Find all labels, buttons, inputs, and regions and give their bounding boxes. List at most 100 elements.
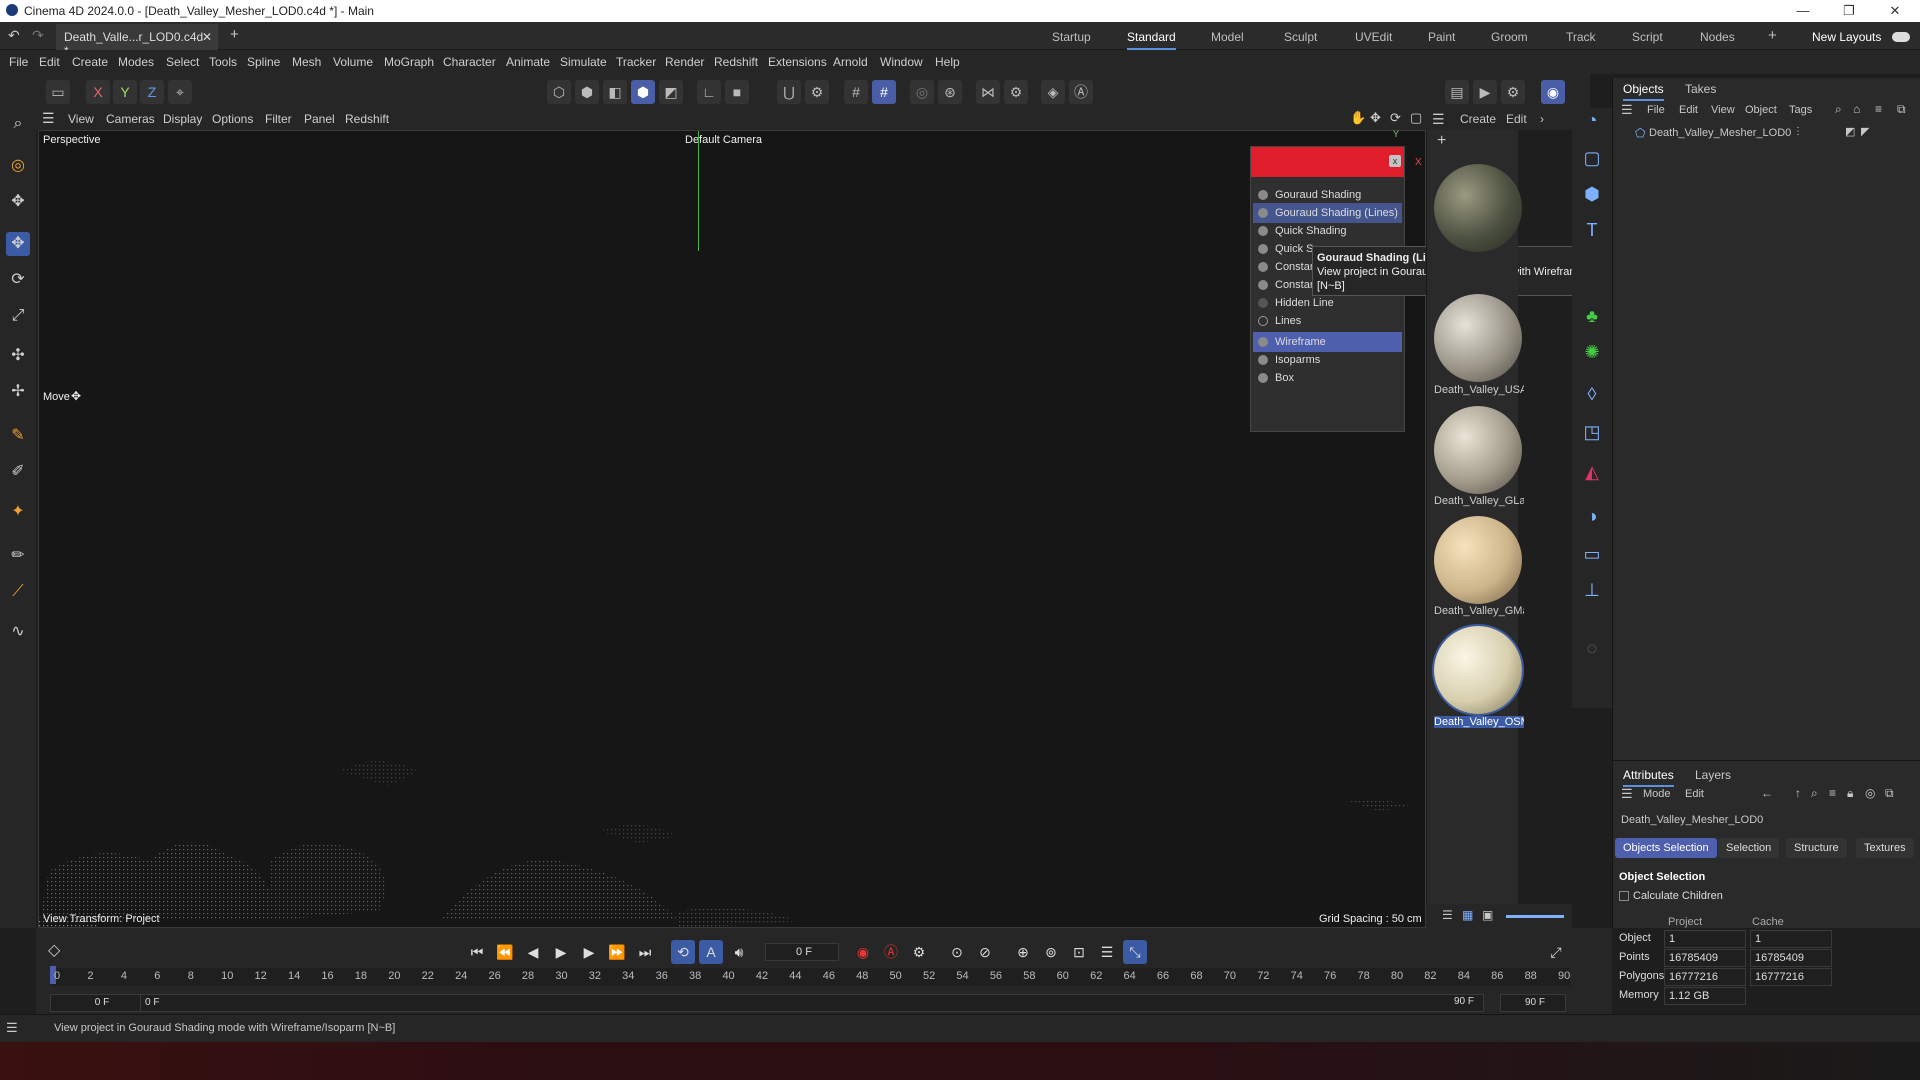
dolly-view-icon[interactable]: ✥ [1370,110,1381,126]
large-view-icon[interactable]: ▣ [1482,908,1493,922]
previous-frame-icon[interactable]: ◀ [521,940,545,964]
object-mode-icon[interactable]: ⬢ [631,80,655,104]
viewport-menu-filter[interactable]: Filter [265,112,292,126]
text-spline-icon[interactable]: T [1580,218,1604,242]
tab-layers[interactable]: Layers [1695,768,1731,782]
undo-icon[interactable]: ↶ [8,27,20,44]
viewport-solo-icon[interactable]: ◈ [1041,80,1065,104]
lock-z-axis-button[interactable]: Z [140,80,164,104]
next-key-icon[interactable]: ⏩ [605,940,629,964]
spline-sketch-icon[interactable]: ✐ [6,460,30,484]
layout-groom[interactable]: Groom [1491,30,1528,44]
active-camera-label[interactable]: Default Camera [685,134,762,146]
auto-key-icon[interactable]: Ⓐ [1069,80,1093,104]
layout-track[interactable]: Track [1566,30,1596,44]
attributes-menu-edit[interactable]: Edit [1685,788,1704,800]
key-rotation-icon[interactable]: ⊘ [973,940,997,964]
menu-create[interactable]: Create [72,55,108,69]
menu-item-hidden-line[interactable]: Hidden Line [1253,293,1402,313]
key-pla-icon[interactable]: ⊡ [1067,940,1091,964]
cube-spline-icon[interactable]: ▢ [1580,146,1604,170]
object-list-item[interactable]: Death_Valley_Mesher_LOD0 [1649,127,1791,139]
layout-model[interactable]: Model [1211,30,1244,44]
list-view-icon[interactable]: ☰ [1442,908,1453,922]
spline-pen-icon[interactable]: ✎ [6,424,30,448]
add-layout-button[interactable]: + [1768,27,1777,44]
viewport-menu-display[interactable]: Display [163,112,202,126]
add-material-icon[interactable]: + [1437,132,1446,150]
viewport-menu-cameras[interactable]: Cameras [106,112,155,126]
search-icon[interactable]: ⌕ [1835,102,1842,117]
tweak-mode-icon[interactable]: ■ [725,80,749,104]
spline-boolean-icon[interactable]: ✦ [6,500,30,524]
layout-sculpt[interactable]: Sculpt [1284,30,1317,44]
visibility-dots-icon[interactable]: ⋮ [1793,126,1803,137]
sound-icon[interactable]: 🔊︎ [727,940,751,964]
edges-mode-icon[interactable]: ⬢ [575,80,599,104]
menu-spline[interactable]: Spline [247,55,280,69]
menu-arnold[interactable]: Arnold [833,55,868,69]
menu-window[interactable]: Window [880,55,923,69]
auto-keying-icon[interactable]: Ⓐ [879,940,903,964]
lock-y-axis-button[interactable]: Y [113,80,137,104]
tab-objects[interactable]: Objects [1623,82,1664,101]
material-hamburger-icon[interactable]: ☰ [1432,111,1445,128]
menu-tracker[interactable]: Tracker [616,55,656,69]
material-swatch-1[interactable] [1434,164,1522,252]
attributes-menu-mode[interactable]: Mode [1643,788,1671,800]
effector-icon[interactable]: ✺ [1580,340,1604,364]
menu-volume[interactable]: Volume [333,55,373,69]
chevron-right-icon[interactable]: › [1540,112,1544,126]
points-mode-icon[interactable]: ⬡ [547,80,571,104]
objects-menu-file[interactable]: File [1647,104,1665,116]
material-swatch-gla[interactable] [1434,406,1522,494]
menu-character[interactable]: Character [443,55,496,69]
go-to-end-icon[interactable]: ⏭ [633,940,657,964]
symmetry-icon[interactable]: ⊛ [938,80,962,104]
rotate-view-icon[interactable]: ⟳ [1390,110,1401,126]
autokey-toggle-icon[interactable]: A [699,940,723,964]
knife-tool-icon[interactable]: ⟋ [6,580,30,604]
tab-takes[interactable]: Takes [1685,82,1716,96]
calculate-children-checkbox[interactable] [1619,891,1629,901]
settings-icon[interactable]: ◎ [1865,786,1875,800]
polygon-pen-icon[interactable]: ∿ [6,620,30,644]
scale-tool-icon[interactable]: ⤢ [6,304,30,328]
minimize-button[interactable]: — [1780,0,1826,22]
render-view-icon[interactable]: ▤ [1445,80,1469,104]
menu-edit[interactable]: Edit [39,55,60,69]
menu-animate[interactable]: Animate [506,55,550,69]
deformer-icon[interactable]: ◊ [1580,382,1604,406]
lock-icon[interactable]: 🔒︎ [1847,786,1853,801]
move-snap-icon[interactable]: ✥ [6,190,30,214]
search-icon[interactable]: ⌕ [6,112,30,136]
new-layouts-toggle[interactable] [1892,32,1910,42]
transfer-tool-icon[interactable]: ✣ [6,344,30,368]
home-icon[interactable]: ⌂ [1853,102,1860,116]
viewport-perspective[interactable]: Perspective Default Camera Y X Move ✥ Vi… [38,129,1426,929]
back-arrow-icon[interactable]: ← [1761,786,1773,800]
current-frame-field[interactable]: 0 F [765,943,839,961]
material-tag-icon[interactable]: ◤ [1861,125,1869,138]
objects-menu-object[interactable]: Object [1745,104,1777,116]
menu-item-isoparms[interactable]: Isoparms [1253,350,1402,370]
light-icon[interactable]: ◑ [1580,504,1604,528]
layout-standard[interactable]: Standard [1127,30,1176,50]
preview-end-field[interactable]: 90 F [1450,994,1480,1012]
cube-icon[interactable]: ⬢ [1580,182,1604,206]
key-param-icon[interactable]: ⊚ [1039,940,1063,964]
null-icon[interactable]: ⊥ [1580,578,1604,602]
filter-icon[interactable]: ≡ [1875,102,1882,116]
menu-mesh[interactable]: Mesh [292,55,321,69]
layout-paint[interactable]: Paint [1428,30,1455,44]
material-swatch-gma[interactable] [1434,516,1522,604]
objects-menu-view[interactable]: View [1711,104,1735,116]
play-icon[interactable]: ▶ [549,940,573,964]
tab-attributes[interactable]: Attributes [1623,768,1674,787]
menu-tools[interactable]: Tools [209,55,237,69]
soft-selection-icon[interactable]: ◎ [910,80,934,104]
move-tool-icon[interactable]: ✥ [6,232,30,256]
viewport-menu-panel[interactable]: Panel [304,112,335,126]
key-scale-icon[interactable]: ⊕ [1011,940,1035,964]
go-to-start-icon[interactable]: ⏮ [465,940,489,964]
